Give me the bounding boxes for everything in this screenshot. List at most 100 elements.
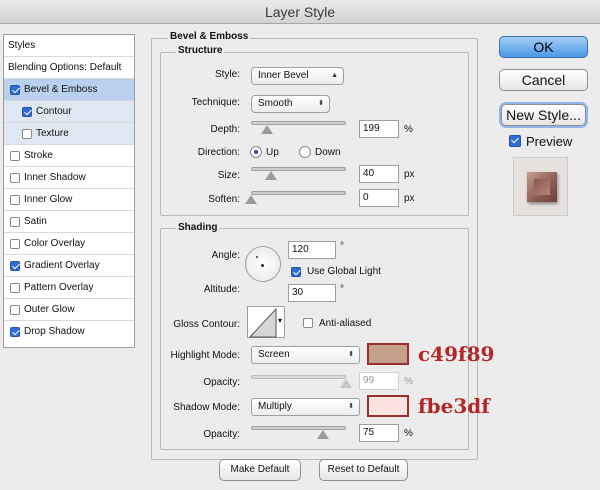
structure-title: Structure [176,45,225,56]
size-label: Size: [217,170,240,181]
shadow-mode-value: Multiply [258,401,292,412]
preview-checkbox[interactable] [509,135,521,147]
direction-label: Direction: [197,147,240,158]
sidebar-item-gradient-overlay[interactable]: Gradient Overlay [4,255,134,277]
bevel-emboss-checkbox[interactable] [10,85,20,95]
styles-list: Styles Blending Options: Default Bevel &… [3,34,135,348]
outer-glow-checkbox[interactable] [10,305,20,315]
updown-icon: ⬍ [318,100,324,107]
contour-checkbox[interactable] [22,107,32,117]
angle-dial[interactable] [245,246,281,282]
style-select[interactable]: Inner Bevel ▲ [251,67,344,85]
style-label: Style: [214,69,240,80]
sidebar-item-bevel-emboss[interactable]: Bevel & Emboss [4,79,134,101]
altitude-label: Altitude: [203,284,240,295]
satin-checkbox[interactable] [10,217,20,227]
altitude-unit: ° [340,284,344,295]
sidebar-item-drop-shadow[interactable]: Drop Shadow [4,321,134,343]
direction-down-radio[interactable] [299,146,311,158]
shadow-mode-select[interactable]: Multiply ⬍ [251,398,360,416]
soften-label: Soften: [208,194,240,205]
highlight-opacity-label: Opacity: [203,377,240,388]
make-default-button[interactable]: Make Default [219,459,301,481]
highlight-opacity-thumb[interactable] [340,379,352,388]
reset-to-default-button[interactable]: Reset to Default [319,459,408,481]
size-slider-thumb[interactable] [265,171,277,180]
shadow-color-swatch[interactable] [367,395,409,417]
sidebar-item-label: Blending Options: Default [8,62,122,73]
soften-slider-thumb[interactable] [245,195,257,204]
sidebar-item-label: Inner Shadow [24,172,86,183]
styles-header[interactable]: Styles [4,35,134,57]
sidebar-item-inner-glow[interactable]: Inner Glow [4,189,134,211]
sidebar-item-label: Contour [36,106,72,117]
sidebar-item-label: Color Overlay [24,238,86,249]
chevron-down-icon: ▾ [277,316,282,325]
cancel-button[interactable]: Cancel [499,69,588,91]
direction-up-radio[interactable] [250,146,262,158]
technique-label: Technique: [191,97,240,108]
shadow-opacity-input[interactable]: 75 [359,424,399,442]
texture-checkbox[interactable] [22,129,32,139]
ok-button[interactable]: OK [499,36,588,58]
sidebar-item-label: Drop Shadow [24,326,85,337]
sidebar-item-blending-options[interactable]: Blending Options: Default [4,57,134,79]
shadow-opacity-label: Opacity: [203,429,240,440]
anti-aliased-label: Anti-aliased [319,318,372,329]
highlight-mode-select[interactable]: Screen ⬍ [251,346,360,364]
drop-shadow-checkbox[interactable] [10,327,20,337]
direction-down-label: Down [315,147,341,158]
sidebar-item-label: Pattern Overlay [24,282,94,293]
highlight-mode-label: Highlight Mode: [170,350,240,361]
color-overlay-checkbox[interactable] [10,239,20,249]
size-input[interactable]: 40 [359,165,399,183]
technique-value: Smooth [258,98,293,109]
sidebar-item-inner-shadow[interactable]: Inner Shadow [4,167,134,189]
updown-icon: ▲ [331,72,338,79]
sidebar-item-label: Bevel & Emboss [24,84,98,95]
highlight-opacity-slider[interactable] [251,375,346,379]
sidebar-item-stroke[interactable]: Stroke [4,145,134,167]
anti-aliased-checkbox[interactable] [303,318,313,328]
highlight-opacity-unit: % [404,376,413,387]
angle-unit: ° [340,241,344,252]
angle-input[interactable]: 120 [288,241,336,259]
altitude-input[interactable]: 30 [288,284,336,302]
use-global-light-label: Use Global Light [307,266,381,277]
contour-linear-icon [249,308,277,338]
sidebar-item-contour[interactable]: Contour [4,101,134,123]
sidebar-item-label: Satin [24,216,47,227]
highlight-color-swatch[interactable] [367,343,409,365]
sidebar-item-color-overlay[interactable]: Color Overlay [4,233,134,255]
soften-slider[interactable] [251,191,346,195]
shadow-opacity-unit: % [404,428,413,439]
technique-select[interactable]: Smooth ⬍ [251,95,330,113]
style-preview-thumbnail [513,157,568,216]
size-unit: px [404,169,415,180]
gloss-contour-label: Gloss Contour: [173,319,240,330]
gradient-overlay-checkbox[interactable] [10,261,20,271]
sidebar-item-satin[interactable]: Satin [4,211,134,233]
shadow-opacity-slider[interactable] [251,426,346,430]
shading-title: Shading [176,222,220,233]
shadow-opacity-thumb[interactable] [317,430,329,439]
bevel-emboss-title: Bevel & Emboss [168,31,251,42]
highlight-opacity-input[interactable]: 99 [359,372,399,390]
use-global-light-checkbox[interactable] [291,267,301,277]
sidebar-item-outer-glow[interactable]: Outer Glow [4,299,134,321]
soften-input[interactable]: 0 [359,189,399,207]
inner-shadow-checkbox[interactable] [10,173,20,183]
depth-input[interactable]: 199 [359,120,399,138]
stroke-checkbox[interactable] [10,151,20,161]
sidebar-item-texture[interactable]: Texture [4,123,134,145]
new-style-button[interactable]: New Style... [501,104,586,126]
gloss-contour-picker[interactable]: ▾ [247,306,285,338]
pattern-overlay-checkbox[interactable] [10,283,20,293]
sidebar-item-label: Stroke [24,150,53,161]
sidebar-item-pattern-overlay[interactable]: Pattern Overlay [4,277,134,299]
depth-slider-thumb[interactable] [261,125,273,134]
updown-icon: ⬍ [348,403,354,410]
window-title: Layer Style [0,0,600,24]
soften-unit: px [404,193,415,204]
inner-glow-checkbox[interactable] [10,195,20,205]
